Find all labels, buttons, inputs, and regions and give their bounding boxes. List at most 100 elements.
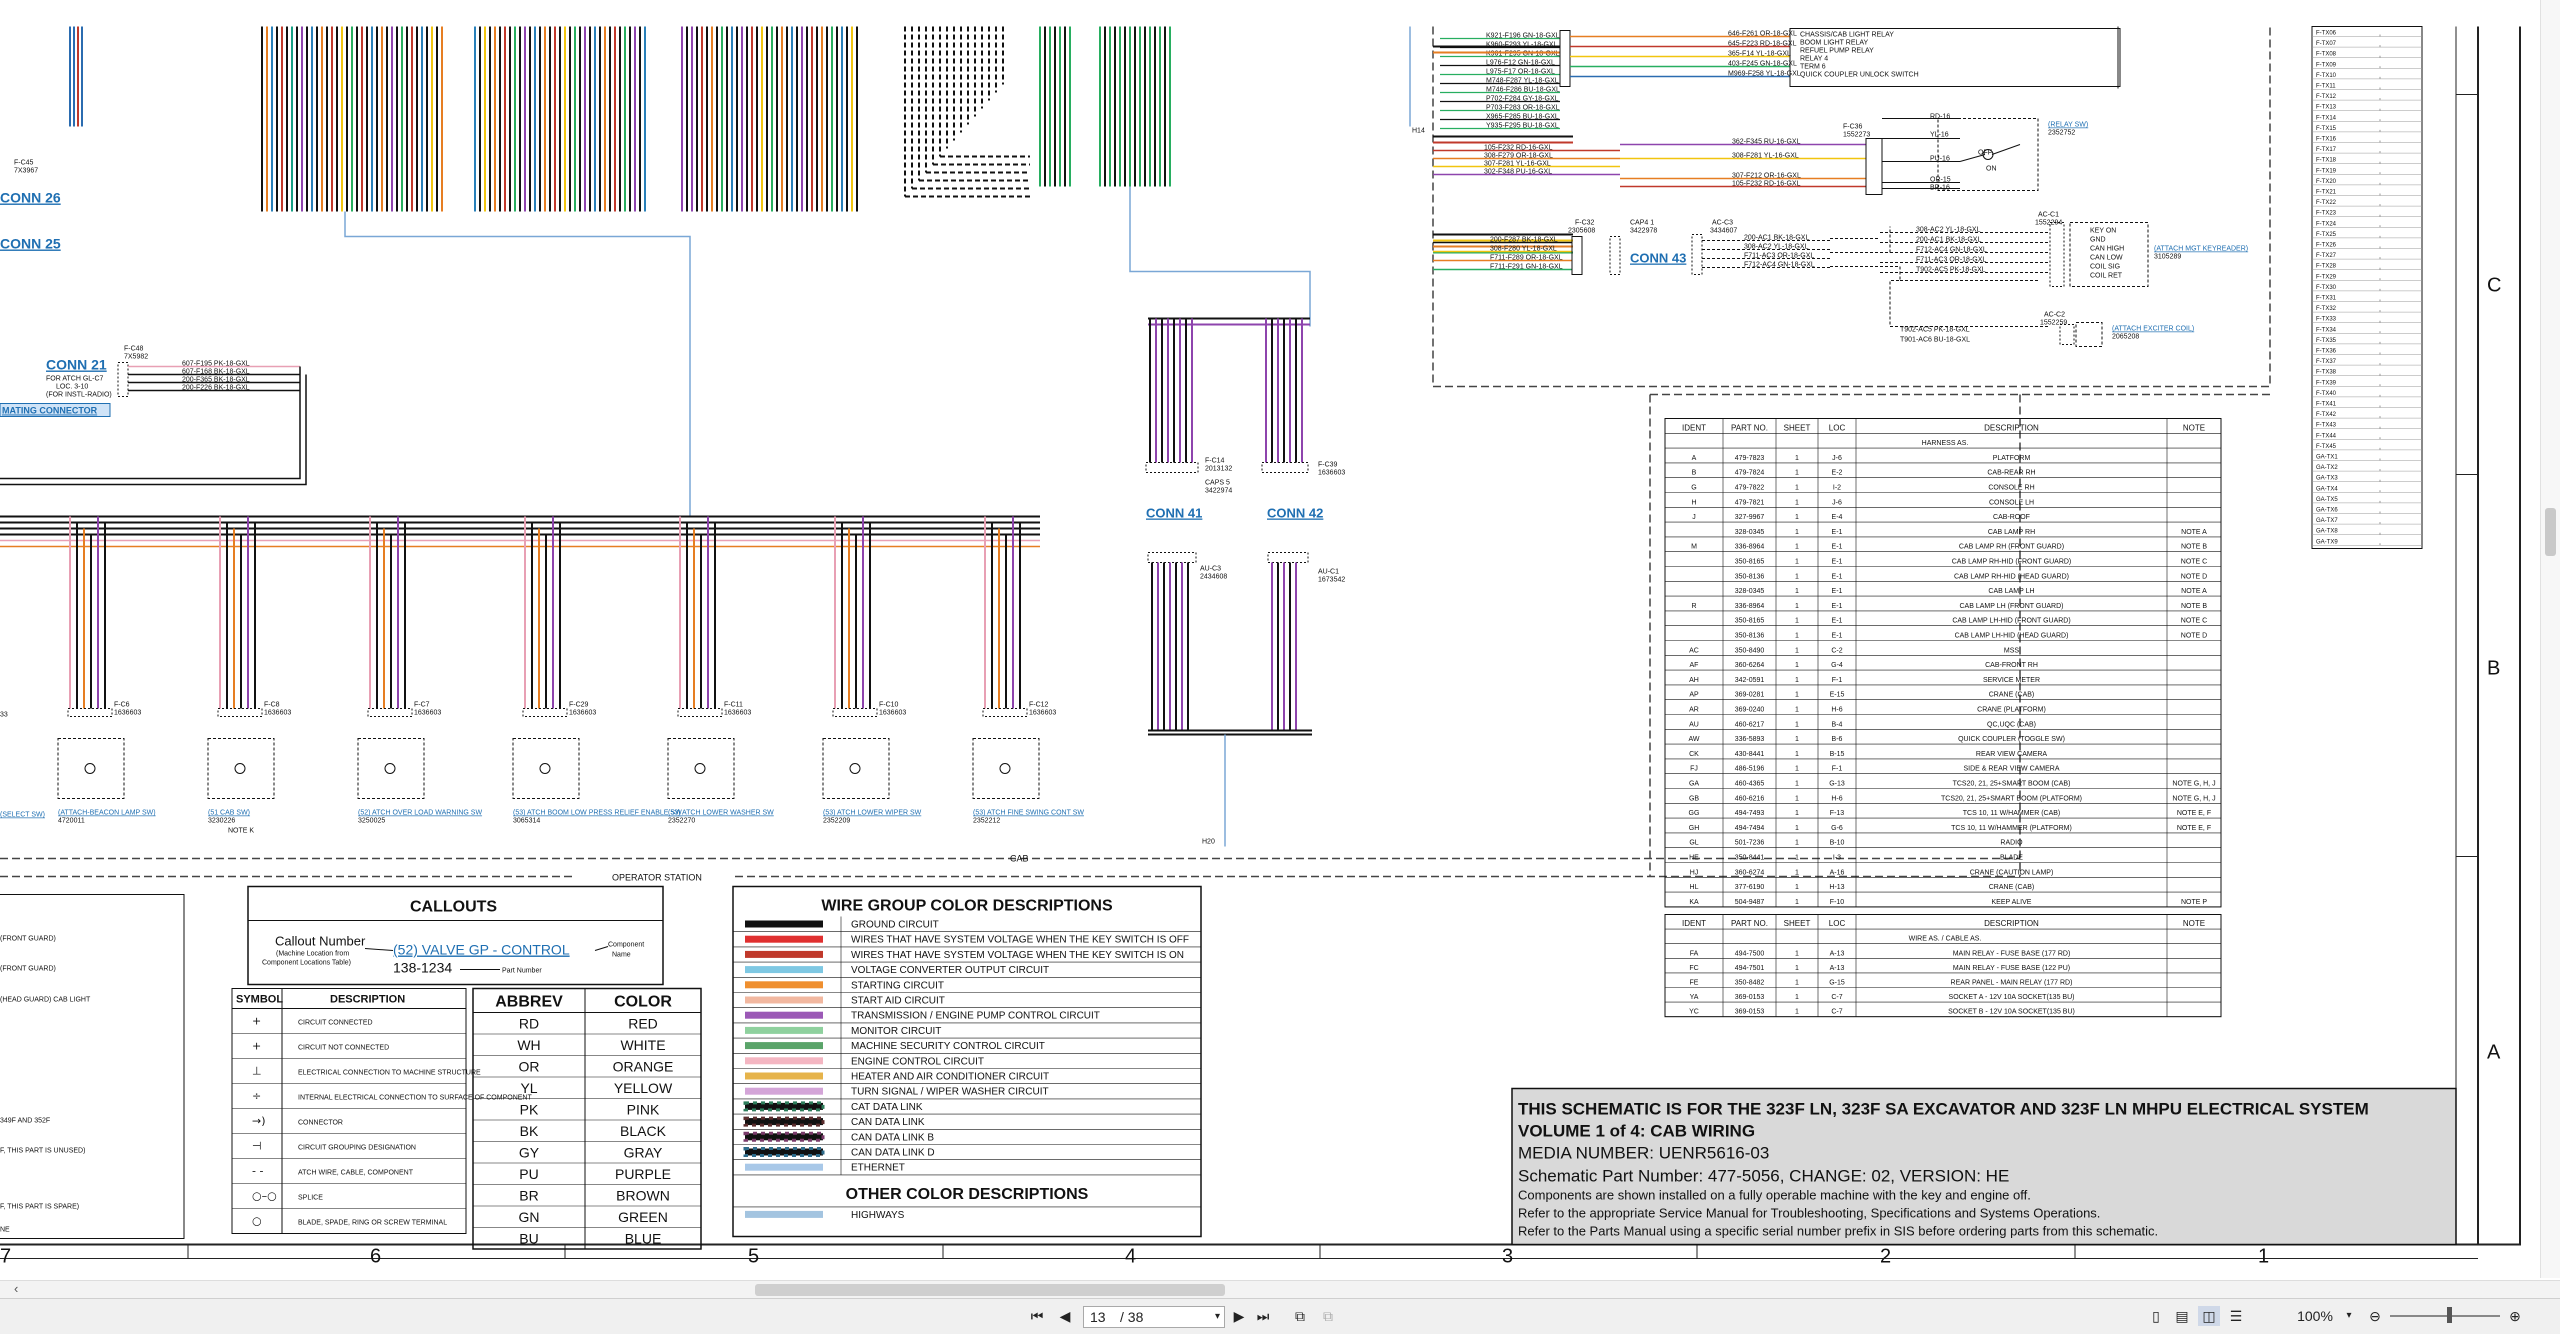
switch-name-link[interactable]: (53) ATCH LOWER WASHER SW [668, 810, 774, 817]
last-page-icon[interactable]: ⏭ [1256, 1306, 1270, 1326]
switch-name-link[interactable]: (53) ATCH BOOM LOW PRESS RELIEF ENABLE S… [513, 810, 682, 817]
conn-26-link[interactable]: CONN 26 [0, 190, 61, 206]
table-cell: F-1 [1832, 677, 1843, 684]
two-page-continuous-icon[interactable]: ☰ [2226, 1306, 2246, 1326]
switch-name-link[interactable]: (53) ATCH LOWER WIPER SW [823, 810, 922, 817]
off-label: OFF [1978, 150, 1992, 157]
switch-name-link[interactable]: (ATTACH-BEACON LAMP SW) [58, 810, 156, 817]
exciter-link[interactable]: (ATTACH EXCITER COIL) [2112, 326, 2194, 333]
mid2-label: 105-F232 RD-16-GXL [1484, 145, 1553, 152]
fit-page-icon[interactable]: ⧉ [1290, 1306, 1310, 1326]
two-page-view-icon[interactable]: ◫ [2198, 1306, 2220, 1326]
wire-group-label: START AID CIRCUIT [851, 996, 945, 1007]
au-c3-label: AU-C3 [1200, 566, 1221, 573]
zoom-slider-handle[interactable] [2447, 1307, 2452, 1323]
scroll-left-arrow-icon[interactable]: ‹ [14, 1281, 18, 1296]
table-cell: J-6 [1832, 455, 1842, 462]
relay-sw-link[interactable]: (RELAY SW) [2048, 122, 2088, 129]
table-cell: AR [1689, 707, 1699, 714]
table-cell: NOTE C [2181, 559, 2207, 566]
relay-wire-label: 646-F261 OR-18-GXL [1728, 31, 1797, 38]
switch-name-link[interactable]: (52) ATCH OVER LOAD WARNING SW [358, 810, 482, 817]
conn-21-link[interactable]: CONN 21 [46, 357, 107, 373]
table-cell: 1 [1795, 633, 1799, 640]
table-cell: 1 [1795, 795, 1799, 802]
abbrev-color: WHITE [620, 1037, 665, 1053]
abbrev-color: RED [628, 1016, 658, 1032]
table-cell: C-7 [1831, 994, 1842, 1001]
single-page-view-icon[interactable]: ▯ [2146, 1306, 2166, 1326]
previous-page-icon[interactable]: ◀ [1058, 1306, 1072, 1326]
conn-41-42-wires [1148, 317, 1310, 463]
switch-part-number: 3065314 [513, 818, 540, 825]
switch-contact [84, 763, 96, 774]
zone-bottom-6: 6 [370, 1246, 381, 1268]
table-cell: YA [1690, 994, 1699, 1001]
abbrev-color: BROWN [616, 1188, 670, 1204]
zoom-dropdown-icon[interactable]: ▾ [2342, 1306, 2356, 1326]
table-cell: E-1 [1832, 559, 1843, 566]
title-line7: Refer to the Parts Manual using a specif… [1518, 1224, 2158, 1239]
vertical-scroll-thumb[interactable] [2545, 508, 2556, 556]
page-dropdown-icon[interactable]: ▾ [1215, 1307, 1220, 1327]
right-list-id: F-TX39 [2316, 380, 2337, 386]
callouts-number: Callout Number [275, 934, 366, 949]
next-page-icon[interactable]: ▶ [1232, 1306, 1246, 1326]
table-cell: 1 [1795, 618, 1799, 625]
conn-43-link[interactable]: CONN 43 [1630, 251, 1686, 266]
callouts-part-example: 138-1234 [393, 960, 452, 976]
left-partial-front1: (FRONT GUARD) [0, 936, 56, 943]
page-number-field[interactable]: 13 / 38 ▾ [1083, 1306, 1225, 1328]
table-cell: 1 [1795, 499, 1799, 506]
table-cell: 350-8482 [1735, 980, 1765, 987]
table-cell: F-13 [1830, 810, 1845, 817]
zoom-level[interactable]: 100% [2290, 1306, 2340, 1326]
viewer-toolbar: ⏮ ◀ 13 / 38 ▾ ▶ ⏭ ⧉ ⧉ ▯ ▤ ◫ ☰ 100% ▾ ⊖ ⊕ [0, 1298, 2560, 1334]
vertical-scrollbar[interactable] [2540, 0, 2560, 1278]
symbol-desc: CIRCUIT CONNECTED [298, 1020, 373, 1027]
switch-connector [982, 708, 1028, 717]
table-cell: 369-0153 [1735, 994, 1765, 1001]
right-list-id: F-TX20 [2316, 179, 2337, 185]
wire-group-swatch [745, 920, 823, 928]
title-line4: Schematic Part Number: 477-5056, CHANGE:… [1518, 1167, 2009, 1186]
left-partial-text: 33 (SELECT SW) (FRONT GUARD) (FRONT GUAR… [0, 712, 91, 1234]
table-cell: B [1692, 470, 1697, 477]
keyreader-link[interactable]: (ATTACH MGT KEYREADER) [2154, 246, 2248, 253]
wire-group-label: ETHERNET [851, 1163, 905, 1174]
c32-connector [1571, 236, 1583, 275]
zone-right-c: C [2487, 275, 2501, 297]
first-page-icon[interactable]: ⏮ [1030, 1306, 1044, 1326]
right-list-id: F-TX35 [2316, 338, 2337, 344]
horizontal-scrollbar[interactable]: ‹ [0, 1280, 2560, 1299]
switch-bus-colored [0, 539, 1040, 548]
table-cell: B-6 [1832, 736, 1843, 743]
mating-connector-link[interactable]: MATING CONNECTOR [2, 406, 98, 416]
conn-25-link[interactable]: CONN 25 [0, 236, 61, 252]
switch-name-link[interactable]: (53) ATCH FINE SWING CONT SW [973, 810, 1084, 817]
table-subtitle: WIRE AS. / CABLE AS. [1909, 936, 1982, 943]
wire-group-label: TURN SIGNAL / WIPER WASHER CIRCUIT [851, 1087, 1049, 1098]
abbrev-code: GN [519, 1209, 540, 1225]
conn-41-link[interactable]: CONN 41 [1146, 506, 1202, 521]
f-c48-label: F-C48 [124, 346, 144, 353]
right-list-id: GA-TX6 [2316, 508, 2338, 514]
zoom-slider[interactable] [2390, 1315, 2500, 1317]
exciter-box [2075, 322, 2103, 347]
table-cell: J [1692, 514, 1696, 521]
switch-connector [367, 708, 413, 717]
conn-42-link[interactable]: CONN 42 [1267, 506, 1323, 521]
fit-width-icon[interactable]: ⧉ [1318, 1306, 1338, 1326]
table-cell: 1 [1795, 840, 1799, 847]
table-cell: 350-8441 [1735, 855, 1765, 862]
switch-name-link[interactable]: (51 CAB SW) [208, 810, 250, 817]
symbol-desc: CIRCUIT GROUPING DESIGNATION [298, 1145, 416, 1152]
switch-part-number: 4720011 [58, 818, 85, 825]
horizontal-scroll-thumb[interactable] [755, 1284, 1225, 1296]
right-list-id: F-TX14 [2316, 115, 2337, 121]
page-current[interactable]: 13 [1090, 1307, 1106, 1327]
right-list-id: F-TX22 [2316, 200, 2337, 206]
zoom-in-icon[interactable]: ⊕ [2506, 1306, 2524, 1326]
zoom-out-icon[interactable]: ⊖ [2366, 1306, 2384, 1326]
continuous-view-icon[interactable]: ▤ [2172, 1306, 2192, 1326]
